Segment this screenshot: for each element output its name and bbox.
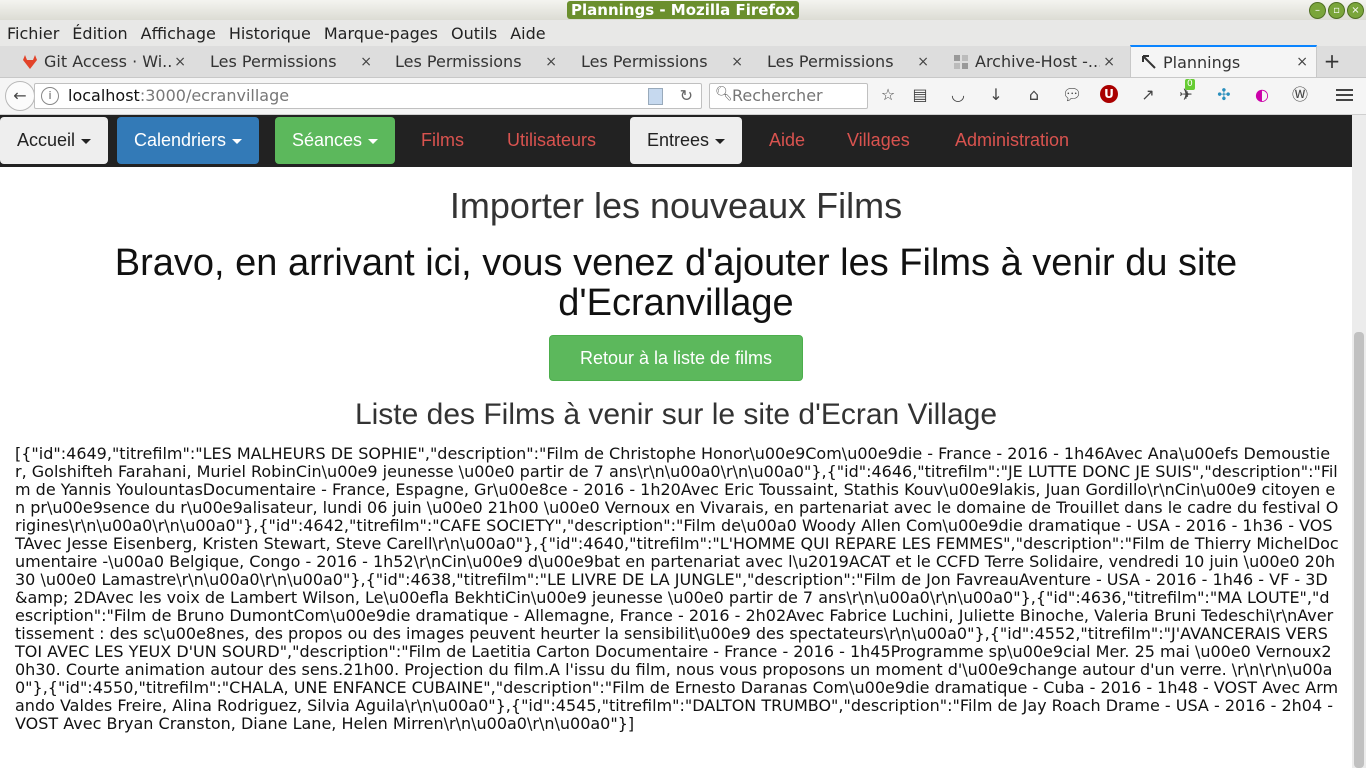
tab-les-permissions-4[interactable]: Les Permissions × — [767, 46, 937, 77]
menu-fichier[interactable]: Fichier — [7, 24, 59, 43]
bookmark-star-icon[interactable]: ☆ — [878, 85, 898, 105]
network-icon[interactable]: ✣ — [1214, 85, 1234, 105]
plannings-icon — [1142, 55, 1156, 69]
archive-host-icon — [954, 54, 968, 69]
tab-close-icon[interactable]: × — [360, 54, 372, 70]
reading-list-icon[interactable]: ▤ — [910, 85, 930, 105]
nav-link-administration[interactable]: Administration — [955, 117, 1069, 164]
nav-link-films[interactable]: Films — [421, 117, 464, 164]
tab-close-icon[interactable]: × — [545, 54, 557, 70]
menubar: Fichier Édition Affichage Historique Mar… — [0, 20, 1366, 46]
new-tab-icon[interactable]: + — [1322, 46, 1342, 77]
menu-aide[interactable]: Aide — [510, 24, 545, 43]
reader-view-icon[interactable] — [648, 88, 663, 105]
entrees-dropdown[interactable]: Entrees — [630, 117, 743, 164]
back-to-films-button[interactable]: Retour à la liste de films — [549, 335, 803, 381]
tab-label: Git Access · Wi... — [44, 52, 174, 71]
search-input[interactable] — [732, 86, 862, 104]
calendriers-dropdown[interactable]: Calendriers — [117, 117, 260, 164]
tab-label: Plannings — [1163, 52, 1241, 72]
extension-badge-icon[interactable]: ✈ 0 — [1176, 79, 1196, 105]
nav-link-villages[interactable]: Villages — [847, 117, 910, 164]
import-title: Importer les nouveaux Films — [449, 185, 903, 226]
window-controls: – ▫ × — [1309, 2, 1364, 19]
search-bar[interactable]: 🔍︎ — [709, 83, 868, 109]
menu-icon[interactable] — [1336, 86, 1353, 104]
nav-link-utilisateurs[interactable]: Utilisateurs — [507, 117, 596, 164]
menu-affichage[interactable]: Affichage — [141, 24, 216, 43]
navigation-bar: ← i localhost:3000/ecranvillage ↻ 🔍︎ ☆ ▤… — [0, 78, 1366, 115]
tab-label: Les Permissions — [581, 52, 708, 71]
upcoming-films-title: Liste des Films à venir sur le site d'Ec… — [354, 398, 998, 431]
tab-les-permissions-1[interactable]: Les Permissions × — [210, 46, 380, 77]
menu-historique[interactable]: Historique — [229, 24, 311, 43]
tab-archive-host[interactable]: Archive-Host -... × — [953, 46, 1123, 77]
seances-dropdown[interactable]: Séances — [275, 117, 396, 164]
maximize-icon[interactable]: ▫ — [1328, 2, 1345, 19]
scrollbar-thumb[interactable] — [1354, 332, 1364, 768]
wordpress-icon[interactable]: Ⓦ — [1290, 85, 1310, 105]
window-title: Plannings - Mozilla Firefox — [0, 0, 1366, 20]
home-icon[interactable]: ⌂ — [1024, 85, 1044, 105]
chat-icon[interactable]: 💬︎ — [1062, 85, 1082, 105]
main-content: Importer les nouveaux Films Bravo, en ar… — [0, 167, 1352, 768]
menu-edition[interactable]: Édition — [72, 24, 127, 43]
tab-les-permissions-2[interactable]: Les Permissions × — [395, 46, 565, 77]
color-picker-icon[interactable]: ◐ — [1252, 85, 1272, 105]
caret-down-icon — [81, 138, 92, 144]
tab-close-icon[interactable]: × — [731, 54, 743, 70]
menu-outils[interactable]: Outils — [451, 24, 497, 43]
tab-close-icon[interactable]: × — [1103, 54, 1115, 70]
url-bar[interactable]: i localhost:3000/ecranvillage ↻ — [34, 83, 702, 109]
search-icon: 🔍︎ — [715, 86, 733, 102]
tab-plannings[interactable]: Plannings × — [1130, 45, 1317, 77]
info-icon[interactable]: i — [41, 87, 59, 105]
tab-close-icon[interactable]: × — [174, 54, 186, 70]
menu-marque-pages[interactable]: Marque-pages — [324, 24, 438, 43]
downloads-icon[interactable]: ↓ — [986, 85, 1006, 105]
nav-link-aide[interactable]: Aide — [769, 117, 805, 164]
tab-label: Les Permissions — [767, 52, 894, 71]
caret-down-icon — [368, 138, 379, 144]
close-window-icon[interactable]: × — [1347, 2, 1364, 19]
tab-bar: Git Access · Wi... × Les Permissions × L… — [0, 45, 1366, 78]
reload-icon[interactable]: ↻ — [680, 86, 693, 105]
window-titlebar: Plannings - Mozilla Firefox – ▫ × — [0, 0, 1366, 20]
back-icon[interactable]: ← — [5, 81, 35, 111]
tab-label: Archive-Host -... — [975, 52, 1100, 71]
tab-label: Les Permissions — [210, 52, 337, 71]
gitlab-icon — [23, 54, 37, 69]
ublock-icon[interactable]: U — [1100, 85, 1118, 103]
app-navbar: Accueil Calendriers Séances Films Utilis… — [0, 115, 1352, 167]
films-json-output: [{"id":4649,"titrefilm":"LES MALHEURS DE… — [15, 444, 1339, 733]
minimize-icon[interactable]: – — [1309, 2, 1326, 19]
caret-down-icon — [232, 138, 243, 144]
accueil-dropdown[interactable]: Accueil — [0, 117, 109, 164]
bravo-heading: Bravo, en arrivant ici, vous venez d'ajo… — [114, 242, 1238, 324]
caret-down-icon — [715, 138, 726, 144]
url-text[interactable]: localhost:3000/ecranvillage — [68, 84, 289, 108]
pen-icon[interactable]: ↗ — [1138, 85, 1158, 105]
tab-close-icon[interactable]: × — [917, 54, 929, 70]
tab-label: Les Permissions — [395, 52, 522, 71]
tab-les-permissions-3[interactable]: Les Permissions × — [581, 46, 751, 77]
badge-count: 0 — [1185, 79, 1195, 90]
tab-git-access[interactable]: Git Access · Wi... × — [22, 46, 194, 77]
pocket-icon[interactable]: ◡ — [948, 85, 968, 105]
tab-close-icon[interactable]: × — [1296, 54, 1308, 70]
